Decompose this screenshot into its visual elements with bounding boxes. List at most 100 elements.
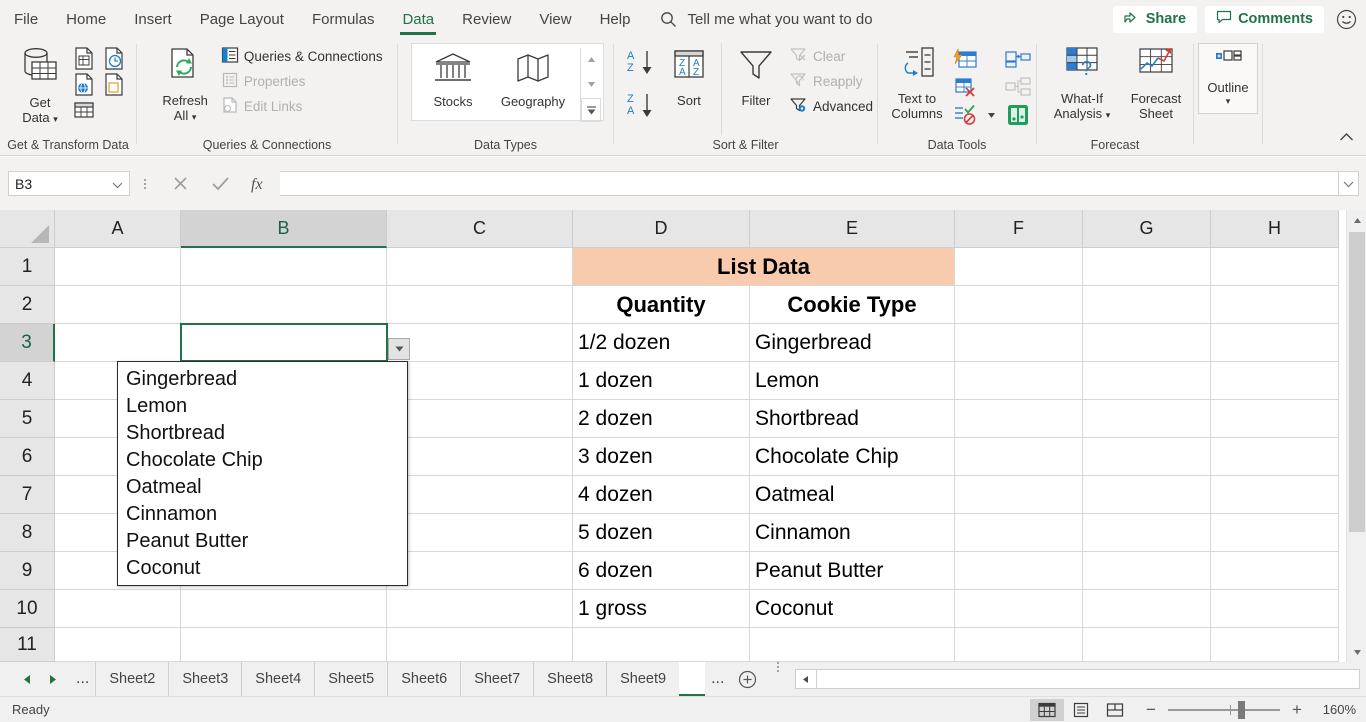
dropdown-item-chocolate-chip[interactable]: Chocolate Chip bbox=[118, 447, 407, 474]
cell-h7[interactable] bbox=[1211, 476, 1339, 514]
cell-h3[interactable] bbox=[1211, 324, 1339, 362]
cell-g5[interactable] bbox=[1083, 400, 1211, 438]
ribbon-tab-home[interactable]: Home bbox=[52, 0, 120, 38]
column-header-h[interactable]: H bbox=[1211, 210, 1339, 248]
sort-button[interactable]: ZAAZ Sort bbox=[663, 43, 715, 110]
zoom-out-button[interactable]: − bbox=[1144, 701, 1158, 718]
cell-a3[interactable] bbox=[55, 324, 181, 362]
advanced-filter-button[interactable]: Advanced bbox=[786, 95, 876, 118]
formula-bar-grip[interactable] bbox=[136, 178, 154, 189]
cell-h4[interactable] bbox=[1211, 362, 1339, 400]
normal-view-icon[interactable] bbox=[1030, 698, 1064, 721]
gallery-scroll-up-icon[interactable] bbox=[581, 48, 601, 70]
sheet-bar-grip[interactable] bbox=[769, 662, 787, 696]
cell-f4[interactable] bbox=[955, 362, 1083, 400]
horizontal-scrollbar-track[interactable] bbox=[817, 669, 1360, 689]
row-header-7[interactable]: 7 bbox=[0, 476, 55, 514]
zoom-slider-thumb[interactable] bbox=[1238, 700, 1245, 719]
sheet-nav-next-icon[interactable] bbox=[47, 674, 58, 685]
cell-c3[interactable] bbox=[387, 324, 573, 362]
filter-button[interactable]: Filter bbox=[728, 43, 784, 110]
from-text-csv-icon[interactable] bbox=[69, 45, 99, 71]
column-header-a[interactable]: A bbox=[55, 210, 181, 248]
forecast-sheet-button[interactable]: Forecast Sheet bbox=[1123, 43, 1189, 123]
scroll-up-icon[interactable] bbox=[1347, 210, 1366, 230]
from-web-icon[interactable] bbox=[69, 71, 99, 97]
collapse-ribbon-icon[interactable] bbox=[1339, 129, 1354, 147]
cell-b1[interactable] bbox=[181, 248, 387, 286]
sheet-tab-sheet5[interactable]: Sheet5 bbox=[314, 662, 387, 696]
fx-insert-function-icon[interactable]: fx bbox=[240, 171, 280, 197]
dropdown-item-gingerbread[interactable]: Gingerbread bbox=[118, 366, 407, 393]
page-break-preview-icon[interactable] bbox=[1098, 699, 1132, 721]
ribbon-tab-page-layout[interactable]: Page Layout bbox=[186, 0, 298, 38]
sheet-overflow-right[interactable]: ... bbox=[705, 662, 730, 696]
cell-c9[interactable] bbox=[387, 552, 573, 590]
cell-d11[interactable] bbox=[573, 628, 750, 662]
manage-data-model-icon[interactable] bbox=[1001, 101, 1035, 129]
cell-c8[interactable] bbox=[387, 514, 573, 552]
cell-d8[interactable]: 5 dozen bbox=[573, 514, 750, 552]
cell-f2[interactable] bbox=[955, 286, 1083, 324]
remove-duplicates-icon[interactable] bbox=[949, 73, 981, 101]
dropdown-item-oatmeal[interactable]: Oatmeal bbox=[118, 474, 407, 501]
cell-g7[interactable] bbox=[1083, 476, 1211, 514]
cell-h9[interactable] bbox=[1211, 552, 1339, 590]
ribbon-tab-formulas[interactable]: Formulas bbox=[298, 0, 389, 38]
cell-d9[interactable]: 6 dozen bbox=[573, 552, 750, 590]
cell-c11[interactable] bbox=[387, 628, 573, 662]
formula-input[interactable] bbox=[280, 171, 1339, 196]
sheet-tab-sheet8[interactable]: Sheet8 bbox=[533, 662, 606, 696]
cell-f7[interactable] bbox=[955, 476, 1083, 514]
gallery-scroll-down-icon[interactable] bbox=[581, 73, 601, 95]
refresh-all-button[interactable]: Refresh All ▾ bbox=[158, 43, 212, 127]
cell-c1[interactable] bbox=[387, 248, 573, 286]
cell-c10[interactable] bbox=[387, 590, 573, 628]
cell-h5[interactable] bbox=[1211, 400, 1339, 438]
cell-e7[interactable]: Oatmeal bbox=[750, 476, 955, 514]
cell-d6[interactable]: 3 dozen bbox=[573, 438, 750, 476]
data-validation-dropdown-icon[interactable] bbox=[981, 101, 1001, 129]
row-header-6[interactable]: 6 bbox=[0, 438, 55, 476]
cell-h10[interactable] bbox=[1211, 590, 1339, 628]
geography-button[interactable]: Geography bbox=[488, 48, 578, 111]
cell-h11[interactable] bbox=[1211, 628, 1339, 662]
row-header-3[interactable]: 3 bbox=[0, 324, 55, 362]
sort-ascending-icon[interactable]: AZ bbox=[623, 45, 661, 84]
cell-c5[interactable] bbox=[387, 400, 573, 438]
queries-connections-button[interactable]: Queries & Connections bbox=[218, 45, 386, 68]
dropdown-item-cinnamon[interactable]: Cinnamon bbox=[118, 501, 407, 528]
consolidate-icon[interactable] bbox=[1001, 45, 1035, 73]
sheet-nav-previous-icon[interactable] bbox=[22, 674, 33, 685]
row-header-10[interactable]: 10 bbox=[0, 590, 55, 628]
list-data-banner[interactable]: List Data bbox=[573, 248, 955, 286]
hscroll-left-icon[interactable] bbox=[795, 669, 818, 689]
select-all-corner[interactable] bbox=[0, 210, 55, 248]
data-validation-dropdown-button[interactable] bbox=[388, 338, 410, 360]
cancel-x-icon[interactable] bbox=[160, 171, 200, 197]
text-to-columns-button[interactable]: Text to Columns bbox=[885, 43, 949, 123]
page-layout-view-icon[interactable] bbox=[1064, 699, 1098, 721]
cell-f11[interactable] bbox=[955, 628, 1083, 662]
cell-c4[interactable] bbox=[387, 362, 573, 400]
cell-e9[interactable]: Peanut Butter bbox=[750, 552, 955, 590]
ribbon-tab-data[interactable]: Data bbox=[388, 0, 448, 38]
column-header-f[interactable]: F bbox=[955, 210, 1083, 248]
ribbon-tab-insert[interactable]: Insert bbox=[120, 0, 186, 38]
scroll-down-icon[interactable] bbox=[1347, 642, 1366, 662]
vertical-scrollbar[interactable] bbox=[1346, 210, 1366, 662]
cell-f9[interactable] bbox=[955, 552, 1083, 590]
cell-a10[interactable] bbox=[55, 590, 181, 628]
row-header-9[interactable]: 9 bbox=[0, 552, 55, 590]
cell-b11[interactable] bbox=[181, 628, 387, 662]
row-header-5[interactable]: 5 bbox=[0, 400, 55, 438]
outline-button[interactable]: Outline ▾ bbox=[1198, 43, 1258, 114]
recent-sources-icon[interactable] bbox=[99, 45, 129, 71]
sheet-tab-sheet3[interactable]: Sheet3 bbox=[168, 662, 241, 696]
gallery-more-icon[interactable] bbox=[581, 98, 601, 122]
sheet-tab-sheet7[interactable]: Sheet7 bbox=[460, 662, 533, 696]
sheet-tab-sheet9[interactable]: Sheet9 bbox=[606, 662, 679, 696]
data-validation-dropdown-list[interactable]: Gingerbread Lemon Shortbread Chocolate C… bbox=[117, 361, 408, 586]
add-sheet-button[interactable] bbox=[730, 662, 765, 696]
comments-button[interactable]: Comments bbox=[1205, 5, 1324, 33]
